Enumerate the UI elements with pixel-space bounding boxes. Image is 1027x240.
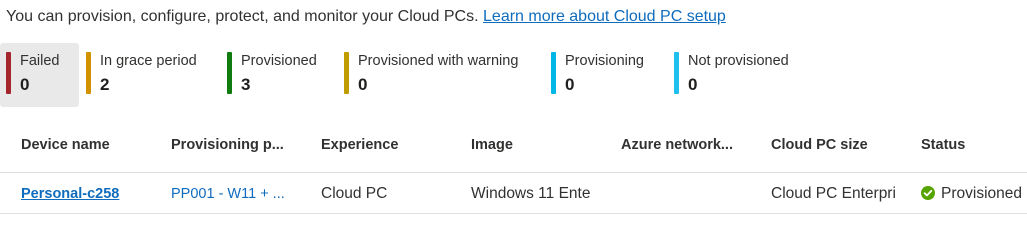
device-name-link[interactable]: Personal-c258 bbox=[21, 186, 161, 202]
row-divider bbox=[0, 213, 1027, 214]
tile-failed-count: 0 bbox=[20, 75, 30, 94]
tile-provisioned-color-bar bbox=[227, 52, 232, 94]
tile-not-provisioned-count: 0 bbox=[688, 75, 698, 94]
intro-text: You can provision, configure, protect, a… bbox=[6, 8, 726, 26]
tile-failed-color-bar bbox=[6, 52, 11, 94]
tile-provisioned-with-warning[interactable]: Provisioned with warning 0 bbox=[338, 43, 544, 107]
column-cloud-pc-size[interactable]: Cloud PC size bbox=[771, 137, 868, 153]
learn-more-link[interactable]: Learn more about Cloud PC setup bbox=[483, 8, 726, 25]
experience-cell: Cloud PC bbox=[321, 185, 388, 202]
status-text: Provisioned bbox=[941, 185, 1022, 202]
tile-provisioned-with-warning-color-bar bbox=[344, 52, 349, 94]
table-row: Personal-c258 PP001 - W11 + ... Cloud PC… bbox=[0, 173, 1027, 214]
tile-provisioned-with-warning-count: 0 bbox=[358, 75, 368, 94]
tile-provisioned[interactable]: Provisioned 3 bbox=[221, 43, 337, 107]
tile-not-provisioned-color-bar bbox=[674, 52, 679, 94]
tile-failed[interactable]: Failed 0 bbox=[0, 43, 79, 107]
tile-failed-label: Failed bbox=[20, 53, 60, 69]
checkmark-circle-icon bbox=[921, 186, 935, 200]
intro-description: You can provision, configure, protect, a… bbox=[6, 8, 479, 25]
tile-in-grace-period[interactable]: In grace period 2 bbox=[80, 43, 220, 107]
tile-provisioning-count: 0 bbox=[565, 75, 575, 94]
tile-in-grace-period-color-bar bbox=[86, 52, 91, 94]
tile-provisioned-label: Provisioned bbox=[241, 53, 317, 69]
tile-in-grace-period-label: In grace period bbox=[100, 53, 197, 69]
provisioning-policy-link[interactable]: PP001 - W11 + ... bbox=[171, 186, 311, 202]
tile-provisioned-with-warning-label: Provisioned with warning bbox=[358, 53, 519, 69]
status-summary-tiles: Failed 0 In grace period 2 Provisioned 3… bbox=[0, 43, 1027, 107]
column-status[interactable]: Status bbox=[921, 137, 965, 153]
column-experience[interactable]: Experience bbox=[321, 137, 398, 153]
tile-in-grace-period-count: 2 bbox=[100, 75, 110, 94]
tile-provisioning-label: Provisioning bbox=[565, 53, 644, 69]
image-cell: Windows 11 Ente bbox=[471, 185, 591, 202]
status-cell: Provisioned bbox=[921, 185, 1027, 203]
tile-not-provisioned[interactable]: Not provisioned 0 bbox=[668, 43, 818, 107]
tile-provisioning-color-bar bbox=[551, 52, 556, 94]
cloud-pc-size-cell: Cloud PC Enterpri bbox=[771, 185, 896, 202]
column-provisioning-policy[interactable]: Provisioning p... bbox=[171, 137, 284, 153]
tile-not-provisioned-label: Not provisioned bbox=[688, 53, 789, 69]
tile-provisioning[interactable]: Provisioning 0 bbox=[545, 43, 667, 107]
column-azure-network[interactable]: Azure network... bbox=[621, 137, 733, 153]
table-header: Device name Provisioning p... Experience… bbox=[0, 127, 1027, 165]
column-image[interactable]: Image bbox=[471, 137, 513, 153]
tile-provisioned-count: 3 bbox=[241, 75, 251, 94]
column-device-name[interactable]: Device name bbox=[21, 137, 110, 153]
